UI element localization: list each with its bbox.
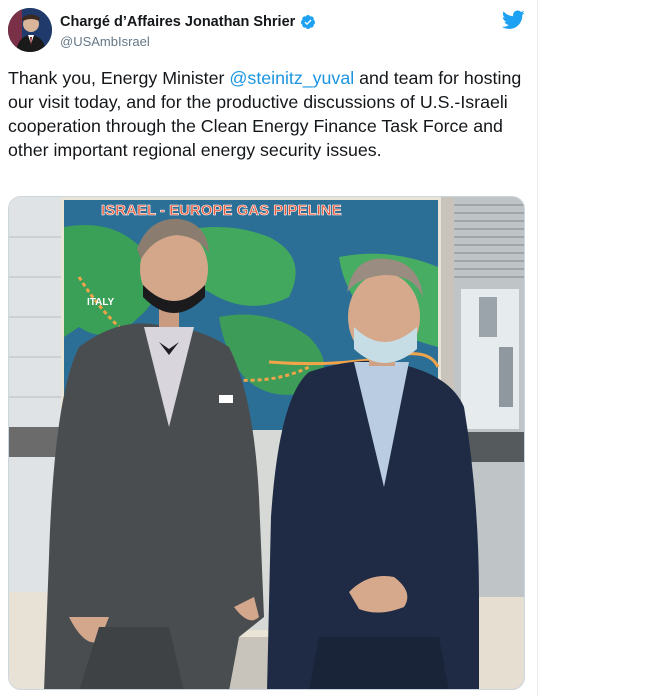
verified-badge-icon <box>301 15 316 29</box>
map-title: ISRAEL - EUROPE GAS PIPELINE <box>101 202 342 219</box>
map-label-italy: ITALY <box>87 297 115 308</box>
tweet-text: Thank you, Energy Minister @steinitz_yuv… <box>8 66 528 162</box>
author-handle[interactable]: @USAmbIsrael <box>60 34 150 49</box>
twitter-bird-icon[interactable] <box>502 10 525 30</box>
tweet-card[interactable]: Chargé d’Affaires Jonathan Shrier @USAmb… <box>0 0 538 696</box>
author-name-text: Chargé d’Affaires Jonathan Shrier <box>60 14 296 30</box>
avatar[interactable] <box>8 8 52 52</box>
photo-image: ISRAEL - EUROPE GAS PIPELINE ITALY <box>9 197 524 689</box>
tweet-text-part1: Thank you, Energy Minister <box>8 68 230 88</box>
tweet-photo[interactable]: ISRAEL - EUROPE GAS PIPELINE ITALY <box>8 196 525 690</box>
mention-link[interactable]: @steinitz_yuval <box>229 68 354 88</box>
author-name[interactable]: Chargé d’Affaires Jonathan Shrier <box>60 14 316 30</box>
avatar-image <box>8 8 52 52</box>
